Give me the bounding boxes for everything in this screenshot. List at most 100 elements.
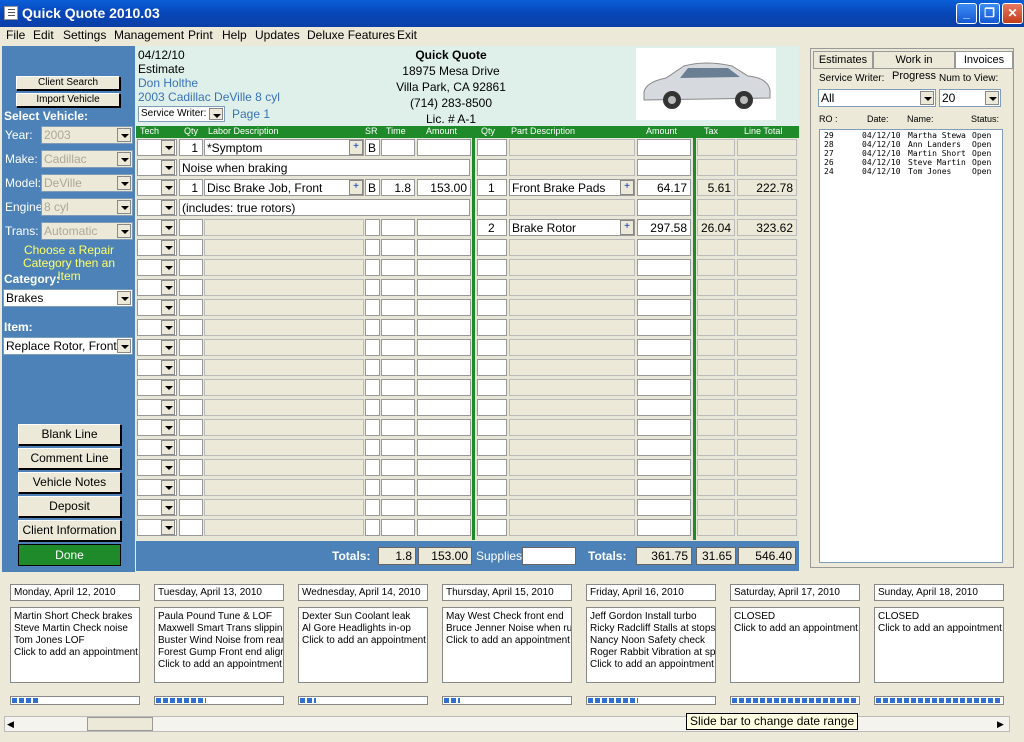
comment-cell[interactable]: (includes: true rotors) xyxy=(179,199,470,216)
appointment-line[interactable]: CLOSED xyxy=(878,611,1000,623)
tab-invoices[interactable]: Invoices xyxy=(955,51,1013,69)
qty-cell[interactable] xyxy=(179,219,203,236)
labor-description-cell[interactable] xyxy=(204,519,364,536)
tax-cell[interactable] xyxy=(697,139,735,156)
part-qty-cell[interactable]: 1 xyxy=(477,179,507,196)
part-description-cell[interactable] xyxy=(509,419,635,436)
tech-select[interactable] xyxy=(137,259,177,276)
part-qty-cell[interactable]: 2 xyxy=(477,219,507,236)
menu-updates[interactable]: Updates xyxy=(255,28,300,42)
tax-cell[interactable]: 5.61 xyxy=(697,179,735,196)
labor-description-cell[interactable] xyxy=(204,319,364,336)
time-cell[interactable] xyxy=(381,479,415,496)
time-cell[interactable] xyxy=(381,259,415,276)
list-item[interactable]: 27 04/12/10 Martin Short Open xyxy=(820,149,1002,158)
part-description-cell[interactable] xyxy=(509,379,635,396)
tech-select[interactable] xyxy=(137,399,177,416)
amount-cell[interactable] xyxy=(417,219,471,236)
part-qty-cell[interactable] xyxy=(477,139,507,156)
import-vehicle-button[interactable]: Import Vehicle xyxy=(16,93,120,107)
day-appointments[interactable]: CLOSED Click to add an appointment. xyxy=(730,607,860,683)
minimize-button[interactable]: _ xyxy=(956,3,977,24)
scroll-right-icon[interactable]: ▶ xyxy=(997,719,1004,730)
line-total-cell[interactable] xyxy=(737,499,797,516)
tax-cell[interactable]: 26.04 xyxy=(697,219,735,236)
part-add-icon[interactable]: + xyxy=(620,180,634,195)
time-cell[interactable] xyxy=(381,419,415,436)
part-amount-cell[interactable] xyxy=(637,359,691,376)
tax-cell[interactable] xyxy=(697,339,735,356)
sr-cell[interactable] xyxy=(365,339,380,356)
appointment-line[interactable]: Roger Rabbit Vibration at spee xyxy=(590,647,715,659)
qty-cell[interactable] xyxy=(179,459,203,476)
sr-cell[interactable] xyxy=(365,379,380,396)
part-amount-cell[interactable] xyxy=(637,299,691,316)
tech-select[interactable] xyxy=(137,159,177,176)
tech-select[interactable] xyxy=(137,219,177,236)
line-total-cell[interactable] xyxy=(737,459,797,476)
part-qty-cell[interactable] xyxy=(477,519,507,536)
tab-work-in-progress[interactable]: Work in Progress xyxy=(873,51,955,82)
line-total-cell[interactable] xyxy=(737,359,797,376)
sr-cell[interactable] xyxy=(365,299,380,316)
amount-cell[interactable] xyxy=(417,499,471,516)
time-cell[interactable] xyxy=(381,499,415,516)
day-appointments[interactable]: Jeff Gordon Install turbo Ricky Radcliff … xyxy=(586,607,716,683)
time-cell[interactable] xyxy=(381,299,415,316)
time-cell[interactable] xyxy=(381,459,415,476)
time-cell[interactable] xyxy=(381,519,415,536)
part-amount-cell[interactable] xyxy=(637,419,691,436)
client-name[interactable]: Don Holthe xyxy=(138,76,198,90)
part-description-cell[interactable] xyxy=(509,299,635,316)
part-amount-cell[interactable] xyxy=(637,259,691,276)
sr-cell[interactable]: B xyxy=(365,179,380,196)
part-description-cell[interactable] xyxy=(509,519,635,536)
appointment-line[interactable]: Jeff Gordon Install turbo xyxy=(590,611,712,623)
line-total-cell[interactable]: 323.62 xyxy=(737,219,797,236)
scroll-thumb[interactable] xyxy=(87,717,153,731)
trans-select[interactable]: Automatic xyxy=(41,222,133,240)
menu-exit[interactable]: Exit xyxy=(397,28,417,42)
qty-cell[interactable] xyxy=(179,299,203,316)
make-select[interactable]: Cadillac xyxy=(41,150,133,168)
tax-cell[interactable] xyxy=(697,419,735,436)
amount-cell[interactable] xyxy=(417,339,471,356)
line-total-cell[interactable] xyxy=(737,439,797,456)
date-range-scrollbar[interactable]: ◀ ▶ xyxy=(4,716,1010,732)
tax-cell[interactable] xyxy=(697,299,735,316)
part-description-cell[interactable] xyxy=(509,159,635,176)
qty-cell[interactable] xyxy=(179,499,203,516)
labor-add-icon[interactable]: + xyxy=(349,180,363,195)
line-total-cell[interactable] xyxy=(737,399,797,416)
part-qty-cell[interactable] xyxy=(477,419,507,436)
tech-select[interactable] xyxy=(137,459,177,476)
tax-cell[interactable] xyxy=(697,159,735,176)
part-description-cell[interactable] xyxy=(509,279,635,296)
sr-cell[interactable] xyxy=(365,279,380,296)
day-appointments[interactable]: May West Check front end Bruce Jenner Noi… xyxy=(442,607,572,683)
tax-cell[interactable] xyxy=(697,239,735,256)
tech-select[interactable] xyxy=(137,379,177,396)
labor-description-cell[interactable] xyxy=(204,459,364,476)
tech-select[interactable] xyxy=(137,479,177,496)
appointment-line[interactable]: Click to add an appointment. xyxy=(446,635,571,647)
amount-cell[interactable] xyxy=(417,479,471,496)
day-appointments[interactable]: Dexter Sun Coolant leak Al Gore Headlight… xyxy=(298,607,428,683)
appointment-line[interactable]: Martin Short Check brakes xyxy=(14,611,136,623)
service-writer-select[interactable]: Service Writer: xyxy=(138,106,225,122)
sr-cell[interactable] xyxy=(365,519,380,536)
sr-cell[interactable] xyxy=(365,399,380,416)
sr-cell[interactable] xyxy=(365,359,380,376)
day-appointments[interactable]: Martin Short Check brakes Steve Martin Ch… xyxy=(10,607,140,683)
labor-description-cell[interactable] xyxy=(204,259,364,276)
category-select[interactable]: Brakes xyxy=(3,289,133,307)
appointment-line[interactable]: Click to add an appointment. xyxy=(158,659,283,671)
time-cell[interactable] xyxy=(381,359,415,376)
qty-cell[interactable] xyxy=(179,379,203,396)
labor-description-cell[interactable]: Disc Brake Job, Front xyxy=(204,179,364,196)
amount-cell[interactable] xyxy=(417,379,471,396)
line-total-cell[interactable]: 222.78 xyxy=(737,179,797,196)
part-amount-cell[interactable] xyxy=(637,139,691,156)
qty-cell[interactable] xyxy=(179,439,203,456)
amount-cell[interactable] xyxy=(417,139,471,156)
